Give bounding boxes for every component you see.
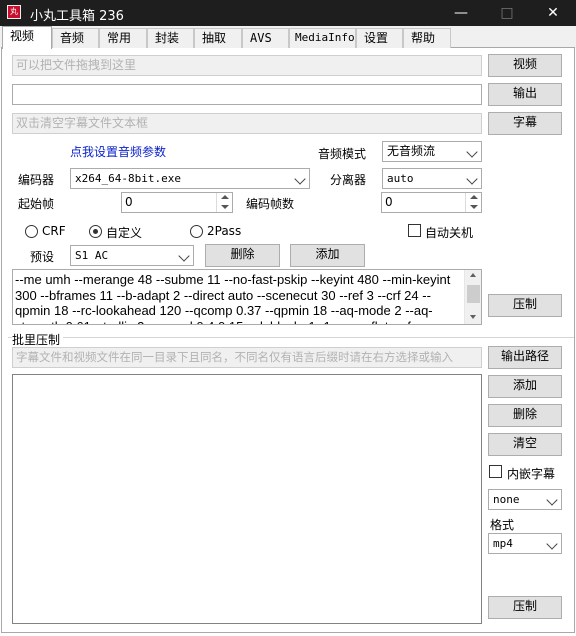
tab-mux[interactable]: 封装 bbox=[147, 28, 194, 48]
scroll-up-icon[interactable] bbox=[470, 273, 476, 277]
batch-group-border bbox=[8, 337, 574, 338]
tab-audio[interactable]: 音频 bbox=[52, 28, 99, 48]
start-frame-label: 起始帧 bbox=[18, 197, 55, 211]
output-button[interactable]: 输出 bbox=[488, 83, 562, 106]
spin-down-icon bbox=[470, 205, 478, 209]
audio-params-link[interactable]: 点我设置音频参数 bbox=[70, 143, 166, 160]
output-field[interactable] bbox=[12, 84, 482, 105]
splitter-select[interactable]: auto bbox=[382, 168, 482, 189]
audio-mode-select[interactable]: 无音频流 bbox=[382, 141, 482, 162]
spinner-buttons[interactable] bbox=[465, 193, 481, 212]
tab-avs[interactable]: AVS bbox=[242, 28, 289, 48]
video-button[interactable]: 视频 bbox=[488, 54, 562, 77]
preset-delete-button[interactable]: 删除 bbox=[205, 244, 280, 267]
compress-button[interactable]: 压制 bbox=[488, 294, 562, 317]
batch-title: 批里压制 bbox=[12, 331, 64, 348]
subtitle-suffix-select[interactable]: none bbox=[488, 489, 562, 510]
custom-radio[interactable] bbox=[89, 225, 102, 238]
output-path-button[interactable]: 输出路径 bbox=[488, 346, 562, 369]
format-select[interactable]: mp4 bbox=[488, 533, 562, 554]
2pass-radio[interactable] bbox=[190, 225, 203, 238]
auto-shutdown-label: 自动关机 bbox=[425, 226, 474, 240]
close-button[interactable]: ✕ bbox=[530, 0, 576, 26]
preset-value: S1 AC bbox=[75, 249, 109, 262]
encode-frames-spinner[interactable]: 0 bbox=[381, 192, 482, 213]
spinner-buttons[interactable] bbox=[216, 193, 232, 212]
auto-shutdown-checkbox[interactable] bbox=[408, 224, 421, 237]
splitter-value: auto bbox=[387, 172, 414, 185]
tab-settings[interactable]: 设置 bbox=[356, 28, 403, 48]
2pass-label: 2Pass bbox=[207, 224, 242, 238]
chevron-down-icon bbox=[294, 173, 306, 185]
maximize-button[interactable]: □ bbox=[484, 0, 530, 26]
app-icon: 丸 bbox=[7, 5, 21, 19]
splitter-label: 分离器 bbox=[330, 173, 367, 187]
args-scrollbar[interactable] bbox=[464, 270, 481, 324]
chevron-down-icon bbox=[466, 146, 478, 158]
tab-common[interactable]: 常用 bbox=[99, 28, 147, 48]
spin-up-icon bbox=[221, 195, 229, 199]
embed-subtitle-checkbox[interactable] bbox=[489, 465, 502, 478]
subtitle-button[interactable]: 字幕 bbox=[488, 112, 562, 135]
subtitle-suffix-value: none bbox=[493, 493, 520, 506]
tab-help[interactable]: 帮助 bbox=[403, 28, 451, 48]
encoder-select[interactable]: x264_64-8bit.exe bbox=[70, 168, 310, 189]
batch-hint-field[interactable]: 字幕文件和视频文件在同一目录下且同名，不同名仅有语言后缀时请在右方选择或输入 bbox=[12, 347, 482, 368]
preset-add-button[interactable]: 添加 bbox=[290, 244, 365, 267]
video-input-field[interactable]: 可以把文件拖拽到这里 bbox=[12, 55, 482, 76]
custom-label: 自定义 bbox=[106, 226, 143, 240]
window-title: 小丸工具箱 236 bbox=[30, 9, 124, 24]
chevron-down-icon bbox=[546, 538, 558, 550]
encoder-value: x264_64-8bit.exe bbox=[75, 172, 181, 185]
chevron-down-icon bbox=[466, 173, 478, 185]
crf-label: CRF bbox=[42, 224, 66, 238]
batch-delete-button[interactable]: 删除 bbox=[488, 404, 562, 427]
spin-down-icon bbox=[221, 205, 229, 209]
tab-extract[interactable]: 抽取 bbox=[194, 28, 242, 48]
minimize-button[interactable]: — bbox=[438, 0, 484, 26]
audio-mode-value: 无音频流 bbox=[387, 144, 436, 158]
chevron-down-icon bbox=[546, 494, 558, 506]
encoder-args-text: --me umh --merange 48 --subme 11 --no-fa… bbox=[15, 272, 451, 324]
scroll-down-icon[interactable] bbox=[470, 315, 476, 319]
encode-frames-value: 0 bbox=[385, 195, 393, 209]
crf-radio[interactable] bbox=[25, 225, 38, 238]
batch-add-button[interactable]: 添加 bbox=[488, 375, 562, 398]
batch-file-list[interactable] bbox=[12, 374, 482, 624]
preset-label: 预设 bbox=[30, 250, 55, 264]
chevron-down-icon bbox=[178, 250, 190, 262]
scroll-thumb[interactable] bbox=[467, 285, 480, 303]
encoder-label: 编码器 bbox=[18, 173, 55, 187]
embed-subtitle-label: 内嵌字幕 bbox=[507, 467, 556, 481]
format-value: mp4 bbox=[493, 537, 513, 550]
batch-compress-button[interactable]: 压制 bbox=[488, 596, 562, 619]
tab-video[interactable]: 视频 bbox=[2, 26, 52, 49]
encode-frames-label: 编码帧数 bbox=[246, 197, 295, 211]
preset-select[interactable]: S1 AC bbox=[70, 245, 194, 266]
audio-mode-label: 音频模式 bbox=[318, 147, 367, 161]
encoder-args-textarea[interactable]: --me umh --merange 48 --subme 11 --no-fa… bbox=[12, 269, 482, 325]
start-frame-value: 0 bbox=[125, 195, 133, 209]
start-frame-spinner[interactable]: 0 bbox=[121, 192, 233, 213]
subtitle-field[interactable]: 双击清空字幕文件文本框 bbox=[12, 113, 482, 134]
format-label: 格式 bbox=[490, 518, 515, 532]
spin-up-icon bbox=[470, 195, 478, 199]
batch-clear-button[interactable]: 清空 bbox=[488, 433, 562, 456]
tab-mediainfo[interactable]: MediaInfo bbox=[289, 28, 356, 48]
